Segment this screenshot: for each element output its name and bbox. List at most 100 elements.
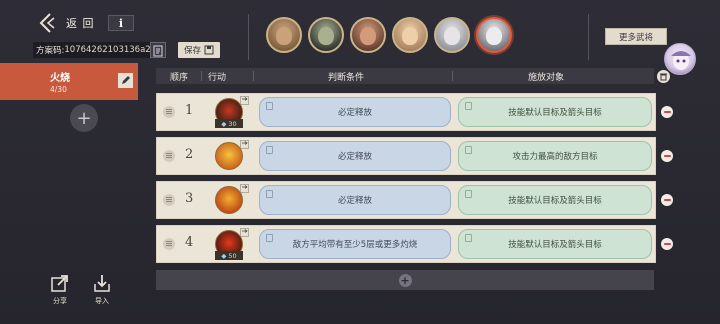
target-text: 攻击力最高的敌方目标: [512, 152, 598, 162]
row-number: 4: [185, 235, 194, 250]
save-button[interactable]: 保存: [178, 42, 220, 58]
condition-field[interactable]: 敌方平均带有至少5层或更多灼烧: [259, 229, 451, 259]
target-text: 技能默认目标及箭头目标: [508, 196, 602, 206]
portrait-face: [444, 27, 460, 45]
share-button[interactable]: 分享: [48, 273, 72, 313]
copy-icon[interactable]: [150, 42, 166, 58]
drag-handle-icon[interactable]: [163, 238, 175, 250]
target-field[interactable]: 技能默认目标及箭头目标: [458, 229, 652, 259]
trash-icon[interactable]: [657, 70, 670, 83]
plan-code-value: 10764262103136a25: [64, 45, 157, 55]
edit-field-icon: [465, 234, 472, 242]
share-label: 分享: [53, 297, 67, 305]
portrait-face: [360, 27, 376, 45]
edit-field-icon: [465, 102, 472, 110]
more-generals-button[interactable]: 更多武将: [605, 28, 667, 45]
plan-code-key: 方案码:: [36, 46, 65, 56]
table-row[interactable]: 3 必定释放 技能默认目标及箭头目标: [156, 181, 656, 219]
plan-name: 火烧: [50, 73, 70, 84]
remove-row-icon[interactable]: [661, 194, 673, 206]
portrait-general-4[interactable]: [392, 17, 428, 53]
info-button[interactable]: i: [108, 15, 134, 31]
condition-text: 必定释放: [337, 108, 372, 118]
fire-hammer-skill-icon[interactable]: [215, 186, 243, 214]
condition-field[interactable]: 必定释放: [259, 185, 451, 215]
mascot-avatar[interactable]: [664, 43, 696, 75]
condition-field[interactable]: 必定释放: [259, 141, 451, 171]
edit-field-icon: [266, 234, 273, 242]
drag-handle-icon[interactable]: [163, 194, 175, 206]
flame-hand-skill-icon[interactable]: [215, 142, 243, 170]
row-number: 2: [185, 147, 194, 162]
portrait-face: [276, 27, 292, 45]
portrait-face: [318, 27, 334, 45]
table-row[interactable]: 2 必定释放 攻击力最高的敌方目标: [156, 137, 656, 175]
portrait-general-2[interactable]: [308, 17, 344, 53]
edit-field-icon: [266, 102, 273, 110]
skill-cost-badge: ◆ 30: [215, 119, 243, 128]
import-icon: [92, 273, 112, 293]
target-field[interactable]: 攻击力最高的敌方目标: [458, 141, 652, 171]
edit-field-icon: [465, 190, 472, 198]
skill-swap-icon[interactable]: [240, 140, 249, 149]
import-label: 导入: [95, 297, 109, 305]
condition-text: 必定释放: [337, 196, 372, 206]
plan-tab-active[interactable]: 火烧 4/30: [0, 63, 138, 100]
skill-cost: 50: [228, 251, 237, 260]
edit-field-icon: [465, 146, 472, 154]
condition-field[interactable]: 必定释放: [259, 97, 451, 127]
skill-cost: 30: [228, 119, 237, 128]
skill-swap-icon[interactable]: [240, 184, 249, 193]
edit-field-icon: [266, 146, 273, 154]
edit-field-icon: [266, 190, 273, 198]
row-number: 1: [185, 103, 194, 118]
header-action: 行动: [208, 73, 227, 83]
portrait-face: [402, 27, 418, 45]
portrait-general-5[interactable]: [434, 17, 470, 53]
back-button[interactable]: 返 回: [38, 12, 95, 34]
condition-text: 敌方平均带有至少5层或更多灼烧: [292, 240, 418, 250]
target-text: 技能默认目标及箭头目标: [508, 108, 602, 118]
plan-code: 方案码: 10764262103136a25: [33, 42, 165, 58]
plus-icon: +: [398, 273, 412, 287]
general-portraits: [266, 17, 512, 57]
remove-row-icon[interactable]: [661, 106, 673, 118]
share-icon: [50, 273, 70, 293]
add-plan-button[interactable]: +: [70, 104, 98, 132]
target-field[interactable]: 技能默认目标及箭头目标: [458, 97, 652, 127]
portrait-general-1[interactable]: [266, 17, 302, 53]
table-row[interactable]: 4 ◆ 50 敌方平均带有至少5层或更多灼烧 技能默认目标及箭头目标: [156, 225, 656, 263]
portrait-face: [486, 27, 502, 45]
target-text: 技能默认目标及箭头目标: [508, 240, 602, 250]
save-label: 保存: [183, 46, 201, 56]
header-target: 施放对象: [528, 73, 565, 83]
remove-row-icon[interactable]: [661, 150, 673, 162]
cost-diamond-icon: ◆: [221, 251, 227, 260]
drag-handle-icon[interactable]: [163, 150, 175, 162]
row-number: 3: [185, 191, 194, 206]
divider: [248, 14, 249, 60]
add-row-button[interactable]: +: [156, 270, 654, 290]
back-label: 返 回: [66, 17, 95, 30]
plan-count: 4/30: [50, 85, 67, 94]
portrait-general-6[interactable]: [476, 17, 512, 53]
edit-icon[interactable]: [118, 73, 133, 88]
skill-cost-badge: ◆ 50: [215, 251, 243, 260]
table-header: 顺序 行动 判断条件 施放对象: [156, 68, 654, 84]
drag-handle-icon[interactable]: [163, 106, 175, 118]
remove-row-icon[interactable]: [661, 238, 673, 250]
target-field[interactable]: 技能默认目标及箭头目标: [458, 185, 652, 215]
save-icon: [204, 45, 214, 55]
import-button[interactable]: 导入: [90, 273, 114, 313]
skill-swap-icon[interactable]: [240, 96, 249, 105]
back-arrow-icon: [38, 12, 56, 34]
portrait-general-3[interactable]: [350, 17, 386, 53]
header-order: 顺序: [170, 73, 189, 83]
header-divider: [201, 71, 202, 81]
divider: [588, 14, 589, 60]
table-row[interactable]: 1 ◆ 30 必定释放 技能默认目标及箭头目标: [156, 93, 656, 131]
header-divider: [253, 71, 254, 81]
skill-swap-icon[interactable]: [240, 228, 249, 237]
header-condition: 判断条件: [328, 73, 365, 83]
header-divider: [452, 71, 453, 81]
